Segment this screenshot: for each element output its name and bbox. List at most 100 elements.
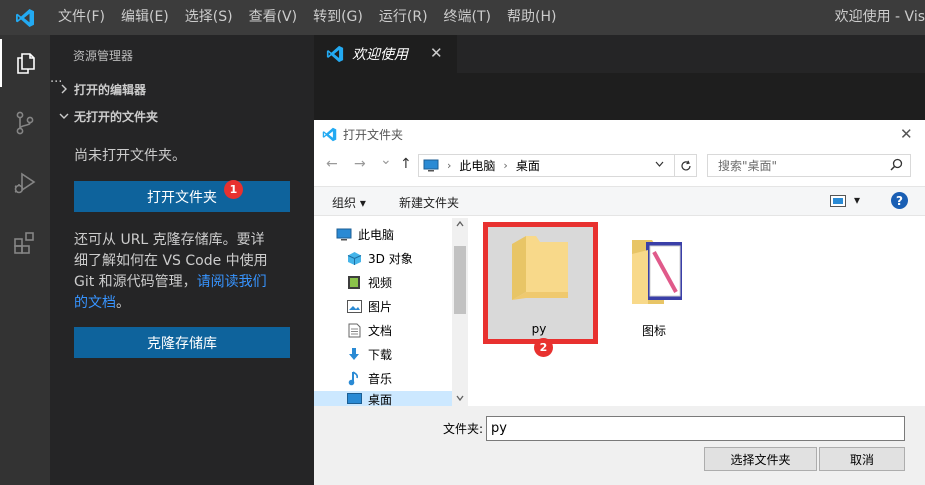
folder-field-label: 文件夹:	[443, 422, 484, 436]
window-title: 欢迎使用 - Vis	[834, 9, 925, 25]
view-dropdown-icon[interactable]: ▾	[854, 193, 860, 207]
pictures-icon	[346, 298, 362, 314]
nav-item-videos[interactable]: 视频	[346, 271, 392, 293]
nav-item-label: 下载	[368, 347, 393, 362]
dialog-close-icon[interactable]: ✕	[900, 125, 913, 143]
address-dropdown-icon[interactable]	[655, 159, 664, 170]
forward-arrow-icon[interactable]: →	[354, 156, 366, 172]
dialog-footer: 文件夹: py 选择文件夹 取消	[314, 406, 925, 485]
select-folder-button-label: 选择文件夹	[730, 452, 791, 467]
cancel-button-label: 取消	[849, 452, 874, 467]
breadcrumb-this-pc[interactable]: 此电脑	[459, 157, 495, 174]
nav-item-pictures[interactable]: 图片	[346, 295, 392, 317]
nav-item-this-pc[interactable]: 此电脑	[336, 223, 394, 245]
file-name: 图标	[641, 324, 666, 338]
menu-bar: 文件(F) 编辑(E) 选择(S) 查看(V) 转到(G) 运行(R) 终端(T…	[50, 0, 564, 35]
source-control-icon[interactable]	[0, 99, 50, 147]
computer-icon	[423, 159, 439, 172]
computer-icon	[336, 226, 352, 242]
folder-name-input[interactable]: py	[486, 416, 905, 441]
scroll-down-icon[interactable]	[456, 394, 464, 404]
back-arrow-icon[interactable]: ←	[326, 156, 338, 172]
no-folder-section[interactable]: 无打开的文件夹	[50, 103, 314, 129]
help-icon[interactable]: ?	[891, 192, 908, 209]
clone-message: 还可从 URL 克隆存储库。要详 细了解如何在 VS Code 中使用 Git …	[74, 230, 294, 314]
address-bar[interactable]: › 此电脑 › 桌面	[418, 154, 697, 177]
nav-item-label: 音乐	[368, 371, 393, 386]
view-mode-icon[interactable]	[830, 195, 846, 210]
menu-go[interactable]: 转到(G)	[305, 0, 371, 35]
clone-repository-button-label: 克隆存储库	[147, 335, 217, 352]
open-editors-label: 打开的编辑器	[74, 82, 147, 97]
search-input[interactable]: 搜索"桌面"	[707, 154, 911, 177]
sidebar-title: 资源管理器	[73, 48, 134, 63]
breadcrumb-desktop[interactable]: 桌面	[516, 157, 540, 174]
nav-item-3d-objects[interactable]: 3D 对象	[346, 247, 413, 269]
docs-link-part-1[interactable]: 请阅读我们	[197, 274, 267, 290]
recent-locations-icon[interactable]: ⌄	[380, 152, 392, 168]
clone-message-line-2: 细了解如何在 VS Code 中使用	[74, 253, 268, 269]
extensions-icon[interactable]	[0, 219, 50, 267]
scrollbar-thumb[interactable]	[454, 246, 466, 314]
no-folder-message: 尚未打开文件夹。	[74, 148, 186, 164]
nav-item-downloads[interactable]: 下载	[346, 343, 392, 365]
clone-repository-button[interactable]: 克隆存储库	[74, 327, 290, 358]
vscode-dialog-icon	[322, 127, 337, 141]
editor-tab-bar: 欢迎使用 ✕	[314, 35, 925, 73]
dialog-title: 打开文件夹	[343, 127, 404, 142]
clone-message-end: 。	[116, 295, 130, 311]
nav-item-label: 视频	[368, 275, 393, 290]
nav-item-label: 文档	[368, 323, 393, 338]
up-arrow-icon[interactable]: ↑	[400, 156, 412, 172]
dialog-title-bar: 打开文件夹 ✕	[314, 120, 925, 148]
3d-objects-icon	[346, 250, 362, 266]
organize-menu[interactable]: 组织 ▾	[332, 194, 366, 211]
clone-message-line-1: 还可从 URL 克隆存储库。要详	[74, 232, 265, 248]
menu-selection[interactable]: 选择(S)	[177, 0, 241, 35]
menu-help[interactable]: 帮助(H)	[499, 0, 564, 35]
chevron-right-icon	[56, 84, 72, 94]
open-folder-button[interactable]: 打开文件夹	[74, 181, 290, 212]
dialog-nav-row: ← → ⌄ ↑ › 此电脑 › 桌面 搜索"桌面"	[314, 150, 925, 182]
docs-link-part-2[interactable]: 的文档	[74, 295, 116, 311]
search-placeholder: 搜索"桌面"	[718, 159, 778, 173]
no-folder-label: 无打开的文件夹	[74, 109, 159, 124]
menu-run[interactable]: 运行(R)	[371, 0, 436, 35]
open-folder-button-label: 打开文件夹	[147, 189, 217, 206]
clone-message-line-3: Git 和源代码管理，	[74, 274, 197, 290]
breadcrumb-separator: ›	[503, 159, 508, 172]
menu-edit[interactable]: 编辑(E)	[113, 0, 177, 35]
vscode-tab-icon	[326, 45, 344, 63]
nav-item-music[interactable]: 音乐	[346, 367, 392, 389]
explorer-icon[interactable]	[0, 39, 50, 87]
breadcrumb-separator: ›	[447, 159, 452, 172]
scroll-up-icon[interactable]	[456, 220, 464, 230]
select-folder-button[interactable]: 选择文件夹	[704, 447, 817, 471]
vscode-logo-icon[interactable]	[0, 0, 50, 35]
nav-item-documents[interactable]: 文档	[346, 319, 392, 341]
open-folder-dialog: 打开文件夹 ✕ ← → ⌄ ↑ › 此电脑 › 桌面 搜索"桌面" 组织 ▾ 新…	[314, 120, 925, 485]
title-bar: 文件(F) 编辑(E) 选择(S) 查看(V) 转到(G) 运行(R) 终端(T…	[0, 0, 925, 35]
menu-view[interactable]: 查看(V)	[241, 0, 306, 35]
nav-item-desktop[interactable]: 桌面	[314, 391, 452, 406]
tab-close-icon[interactable]: ✕	[430, 44, 443, 62]
file-list: py 图标 2	[470, 218, 925, 406]
cancel-button[interactable]: 取消	[819, 447, 905, 471]
search-icon	[890, 158, 903, 174]
music-icon	[346, 370, 362, 386]
folder-icon	[512, 236, 568, 300]
new-folder-button[interactable]: 新建文件夹	[399, 194, 459, 211]
nav-item-label: 此电脑	[358, 227, 395, 242]
navigation-scrollbar[interactable]	[452, 218, 468, 406]
step-badge-2: 2	[534, 338, 553, 357]
activity-bar	[0, 35, 50, 485]
run-debug-icon[interactable]	[0, 159, 50, 207]
nav-item-label: 3D 对象	[368, 251, 413, 266]
open-editors-section[interactable]: 打开的编辑器	[50, 76, 314, 102]
refresh-icon[interactable]	[674, 154, 697, 177]
menu-file[interactable]: 文件(F)	[50, 0, 113, 35]
navigation-pane: 此电脑 3D 对象 视频 图片 文档 下载 音乐 桌面	[314, 218, 468, 406]
tab-welcome[interactable]: 欢迎使用 ✕	[314, 35, 457, 73]
menu-terminal[interactable]: 终端(T)	[436, 0, 499, 35]
step-badge-1: 1	[224, 180, 243, 199]
